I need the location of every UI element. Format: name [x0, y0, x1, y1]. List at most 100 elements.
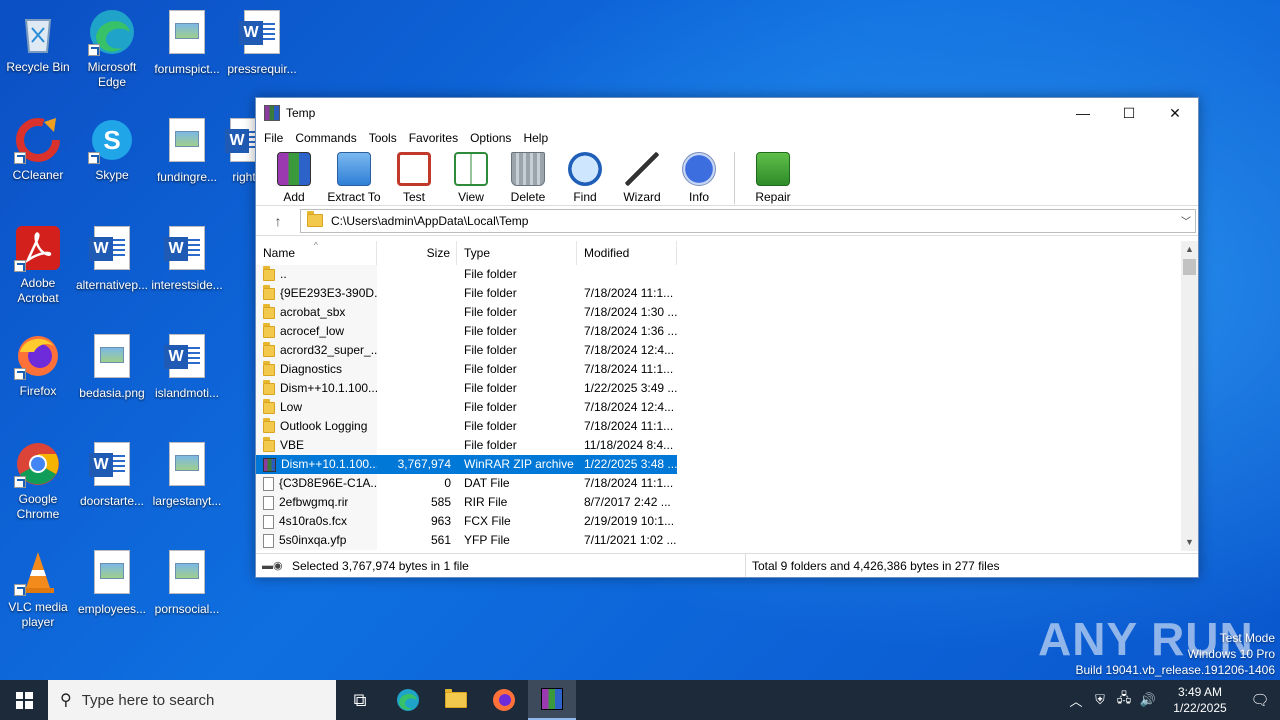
cell-type: File folder [464, 305, 517, 319]
menu-favorites[interactable]: Favorites [403, 131, 464, 145]
repair-label: Repair [755, 190, 791, 204]
close-button[interactable]: ✕ [1152, 98, 1198, 128]
add-button[interactable]: Add [266, 152, 322, 204]
column-modified[interactable]: Modified [577, 241, 677, 265]
shield-icon[interactable]: ⛨ [1088, 692, 1112, 708]
menu-file[interactable]: File [258, 131, 289, 145]
desktop-icon-fundingre[interactable]: fundingre... [149, 116, 225, 185]
desktop-icon-skype[interactable]: S Skype [74, 116, 150, 183]
desktop-icon-firefox[interactable]: Firefox [0, 332, 76, 399]
trash-icon [511, 152, 545, 186]
desktop-icon-employees[interactable]: employees... [74, 548, 150, 617]
chevron-down-icon[interactable]: ﹀ [1177, 213, 1195, 228]
desktop-icon-acrobat[interactable]: Adobe Acrobat [0, 224, 76, 306]
desktop-icon-bedasia[interactable]: bedasia.png [74, 332, 150, 401]
desktop-icon-pornsocial[interactable]: pornsocial... [149, 548, 225, 617]
table-row[interactable]: 4s10ra0s.fcx 963 FCX File 2/19/2019 10:1... [256, 512, 1198, 531]
desktop-icon-largestanyt[interactable]: largestanyt... [149, 440, 225, 509]
task-view-button[interactable]: ⧉ [336, 680, 384, 720]
menu-help[interactable]: Help [517, 131, 554, 145]
table-row[interactable]: {C3D8E96E-C1A... 0 DAT File 7/18/2024 11:1.… [256, 474, 1198, 493]
scroll-up-icon[interactable]: ▲ [1181, 241, 1198, 258]
repair-button[interactable]: Repair [745, 152, 801, 204]
menu-tools[interactable]: Tools [363, 131, 403, 145]
scroll-down-icon[interactable]: ▼ [1181, 534, 1198, 551]
info-button[interactable]: Info [671, 152, 727, 204]
desktop-icon-recycle-bin[interactable]: Recycle Bin [0, 8, 76, 75]
table-row[interactable]: .. File folder [256, 265, 1198, 284]
start-button[interactable] [0, 680, 48, 720]
desktop-icon-vlc[interactable]: VLC media player [0, 548, 76, 630]
find-button[interactable]: Find [557, 152, 613, 204]
view-button[interactable]: View [443, 152, 499, 204]
desktop-icon-doorstarte[interactable]: W doorstarte... [74, 440, 150, 509]
address-bar: ↑ C:\Users\admin\AppData\Local\Temp ﹀ [256, 206, 1198, 236]
desktop-icon-alternativep[interactable]: W alternativep... [74, 224, 150, 293]
table-row[interactable]: 5s0inxqa.yfp 561 YFP File 7/11/2021 1:02 ..… [256, 531, 1198, 550]
network-icon[interactable]: 🖧 [1112, 689, 1136, 711]
desktop-icon-chrome[interactable]: Google Chrome [0, 440, 76, 522]
desktop-icon-edge[interactable]: Microsoft Edge [74, 8, 150, 90]
drive-key-icon[interactable]: ▬◉ [262, 559, 292, 572]
watermark-line1: Test Mode [1219, 631, 1275, 645]
notification-icon[interactable]: 🗨 [1240, 691, 1280, 709]
vertical-scrollbar[interactable]: ▲ ▼ [1181, 241, 1198, 551]
desktop-icon-interestside[interactable]: W interestside... [149, 224, 225, 293]
taskbar-search[interactable]: ⚲ Type here to search [48, 680, 336, 720]
desktop-icon-label: pornsocial... [154, 602, 220, 616]
extract-folder-icon [337, 152, 371, 186]
wizard-button[interactable]: Wizard [614, 152, 670, 204]
cell-modified: 7/18/2024 11:1... [584, 362, 674, 376]
taskbar-edge[interactable] [384, 680, 432, 720]
search-icon: ⚲ [60, 692, 72, 709]
file-name: {C3D8E96E-C1A... [279, 476, 377, 490]
table-row[interactable]: Outlook Logging File folder 7/18/2024 11:1… [256, 417, 1198, 436]
clock[interactable]: 3:49 AM 1/22/2025 [1160, 684, 1240, 716]
table-row[interactable]: {9EE293E3-390D... File folder 7/18/2024 11… [256, 284, 1198, 303]
menu-options[interactable]: Options [464, 131, 517, 145]
table-row[interactable]: Diagnostics File folder 7/18/2024 11:1... [256, 360, 1198, 379]
column-size[interactable]: Size [377, 241, 457, 265]
delete-button[interactable]: Delete [500, 152, 556, 204]
cell-name: Outlook Logging [256, 417, 377, 436]
title-bar[interactable]: Temp — ☐ ✕ [256, 98, 1198, 128]
file-name: VBE [280, 438, 305, 452]
taskbar-winrar[interactable] [528, 680, 576, 720]
taskbar-file-explorer[interactable] [432, 680, 480, 720]
test-button[interactable]: Test [386, 152, 442, 204]
table-row[interactable]: VBE File folder 11/18/2024 8:4... [256, 436, 1198, 455]
menu-commands[interactable]: Commands [289, 131, 362, 145]
desktop-icon-islandmoti[interactable]: W islandmoti... [149, 332, 225, 401]
file-icon [263, 476, 274, 491]
table-row[interactable]: acrocef_low File folder 7/18/2024 1:36 ... [256, 322, 1198, 341]
desktop-icon-label: largestanyt... [152, 494, 222, 508]
chevron-up-icon[interactable]: ︿ [1064, 691, 1088, 710]
image-file-icon [88, 550, 136, 598]
winrar-window: Temp — ☐ ✕ File Commands Tools Favorites… [255, 97, 1199, 578]
up-arrow-icon[interactable]: ↑ [256, 213, 300, 229]
taskbar-firefox[interactable] [480, 680, 528, 720]
task-view-icon: ⧉ [353, 689, 367, 710]
desktop-icon-label: interestside... [151, 278, 223, 292]
desktop-icon-ccleaner[interactable]: CCleaner [0, 116, 76, 183]
volume-icon[interactable]: 🔊 [1136, 692, 1160, 708]
system-tray: ︿ ⛨ 🖧 🔊 3:49 AM 1/22/2025 🗨 [1064, 680, 1280, 720]
path-field[interactable]: C:\Users\admin\AppData\Local\Temp ﹀ [300, 208, 1196, 233]
cell-name: 4s10ra0s.fcx [256, 512, 377, 531]
minimize-button[interactable]: — [1060, 98, 1106, 128]
desktop-icon-pressrequir[interactable]: W pressrequir... [224, 8, 300, 77]
table-row[interactable]: acrord32_super_... File folder 7/18/2024 1… [256, 341, 1198, 360]
column-type[interactable]: Type [457, 241, 577, 265]
table-row[interactable]: 2efbwgmq.rir 585 RIR File 8/7/2017 2:42 ... [256, 493, 1198, 512]
table-row[interactable]: Dism++10.1.100... 3,767,974 WinRAR ZIP arc… [256, 455, 677, 474]
table-row[interactable]: Dism++10.1.100... File folder 1/22/2025 3:… [256, 379, 1198, 398]
maximize-button[interactable]: ☐ [1106, 98, 1152, 128]
extract-to-button[interactable]: Extract To [323, 152, 385, 204]
scroll-thumb[interactable] [1183, 259, 1196, 275]
cell-modified: 7/18/2024 1:36 ... [584, 324, 677, 338]
table-row[interactable]: Low File folder 7/18/2024 12:4... [256, 398, 1198, 417]
search-placeholder: Type here to search [81, 691, 215, 709]
desktop-icon-forumspict[interactable]: forumspict... [149, 8, 225, 77]
folder-icon [263, 360, 275, 376]
table-row[interactable]: acrobat_sbx File folder 7/18/2024 1:30 ... [256, 303, 1198, 322]
